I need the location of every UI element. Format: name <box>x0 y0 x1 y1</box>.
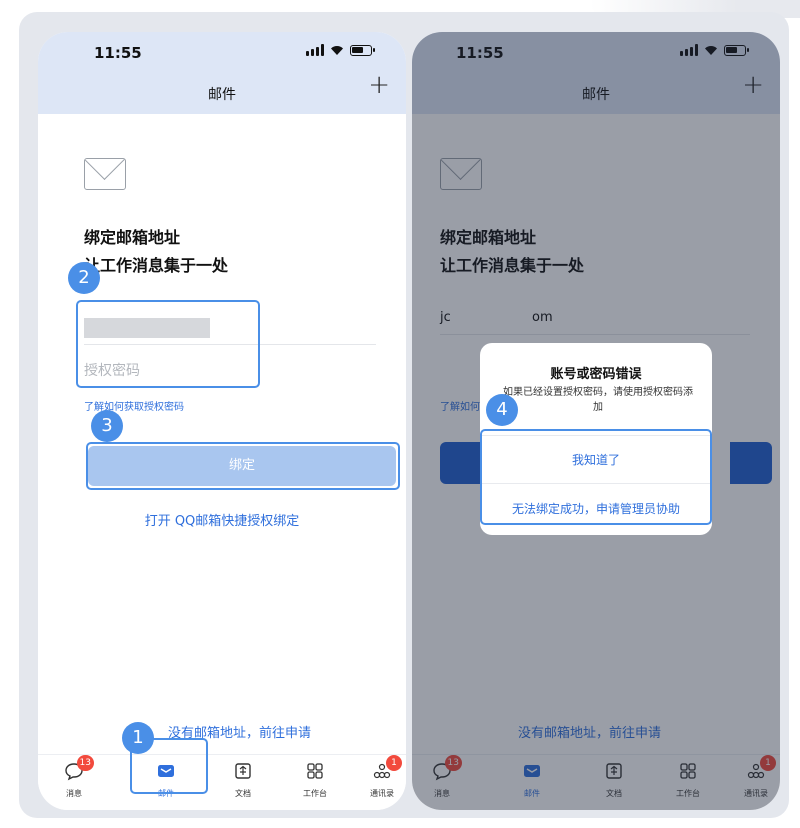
battery-icon <box>350 44 375 56</box>
mail-envelope-icon <box>84 158 126 190</box>
heading-line-1: 绑定邮箱地址 <box>84 228 181 247</box>
annotation-box-bind <box>86 442 400 490</box>
annotation-number: 3 <box>91 410 123 442</box>
contacts-icon: 1 <box>372 755 402 781</box>
tab-label: 工作台 <box>303 789 327 798</box>
tab-documents[interactable]: 文档 <box>213 761 273 799</box>
tab-contacts[interactable]: 1 通讯录 <box>352 755 406 799</box>
document-icon <box>233 761 253 781</box>
dialog-message: 如果已经设置授权密码，请使用授权密码添加 <box>503 387 693 413</box>
annotation-number: 1 <box>122 722 154 754</box>
background-panel: 11:55 邮件 + 绑定邮箱地址 让工作消息集于一处 授权密码 了解如何获取授… <box>19 12 789 818</box>
annotation-number: 4 <box>486 394 518 426</box>
bind-heading: 绑定邮箱地址 让工作消息集于一处 <box>84 224 228 280</box>
workbench-icon <box>305 761 325 781</box>
status-icons <box>306 44 375 56</box>
tab-workbench[interactable]: 工作台 <box>285 761 345 799</box>
qq-mail-quick-bind-link[interactable]: 打开 QQ邮箱快捷授权绑定 <box>38 510 406 529</box>
annotation-number: 2 <box>68 262 100 294</box>
contacts-badge: 1 <box>386 755 402 771</box>
heading-line-2: 让工作消息集于一处 <box>84 256 229 275</box>
tab-label: 文档 <box>235 789 251 798</box>
annotation-box-dialog-actions <box>480 429 712 525</box>
dialog-title: 账号或密码错误 <box>550 367 642 382</box>
tab-label: 通讯录 <box>370 789 394 798</box>
tab-messages[interactable]: 13 消息 <box>44 755 104 799</box>
annotation-box-credentials <box>76 300 260 388</box>
tab-bar: 13 消息 邮件 文档 工作台 1 通讯录 <box>38 754 406 810</box>
phone-screen-left: 11:55 邮件 + 绑定邮箱地址 让工作消息集于一处 授权密码 了解如何获取授… <box>38 32 406 810</box>
messages-badge: 13 <box>76 755 94 771</box>
wifi-icon <box>331 45 343 55</box>
header: 11:55 邮件 + <box>38 32 406 114</box>
status-time: 11:55 <box>94 44 142 62</box>
message-icon: 13 <box>64 755 94 781</box>
add-button[interactable]: + <box>368 72 390 98</box>
tab-label: 消息 <box>66 789 82 798</box>
signal-icon <box>306 44 324 56</box>
phone-screen-right: 11:55 邮件 + 绑定邮箱地址 让工作消息集于一处 jc om 了解如何 没… <box>412 32 780 810</box>
page-title: 邮件 <box>208 87 236 103</box>
